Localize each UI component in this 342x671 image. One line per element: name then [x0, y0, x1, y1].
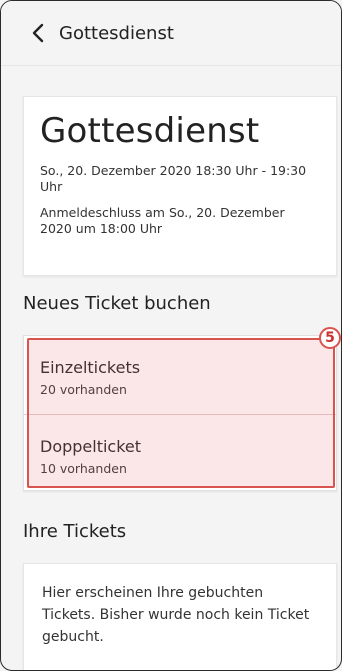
annotation-badge: 5 — [319, 327, 341, 349]
ticket-availability: 20 vorhanden — [40, 382, 127, 397]
ticket-availability: 10 vorhanden — [40, 461, 127, 476]
ticket-options-list: Einzeltickets 20 vorhanden Doppelticket … — [23, 335, 337, 491]
section-title-your-tickets: Ihre Tickets — [23, 521, 127, 542]
ticket-option-einzelticket[interactable]: Einzeltickets 20 vorhanden — [24, 336, 336, 412]
top-app-bar: Gottesdienst — [1, 1, 341, 66]
event-title: Gottesdienst — [40, 111, 260, 151]
event-date: So., 20. Dezember 2020 18:30 Uhr - 19:30… — [40, 163, 307, 194]
chevron-left-icon — [32, 23, 44, 43]
empty-tickets-card: Hier erscheinen Ihre gebuchten Tickets. … — [23, 563, 337, 670]
ticket-option-doppelticket[interactable]: Doppelticket 10 vorhanden — [24, 414, 336, 490]
app-frame: Gottesdienst Gottesdienst So., 20. Dezem… — [0, 0, 342, 671]
empty-state-text: Hier erscheinen Ihre gebuchten Tickets. … — [42, 585, 310, 645]
header-title: Gottesdienst — [59, 22, 174, 44]
event-details-card: Gottesdienst So., 20. Dezember 2020 18:3… — [23, 96, 337, 276]
ticket-name: Doppelticket — [40, 437, 142, 456]
ticket-name: Einzeltickets — [40, 358, 141, 377]
registration-deadline: Anmeldeschluss am So., 20. Dezember 2020… — [40, 205, 285, 236]
back-button[interactable] — [27, 22, 49, 44]
section-title-new-ticket: Neues Ticket buchen — [23, 293, 211, 314]
